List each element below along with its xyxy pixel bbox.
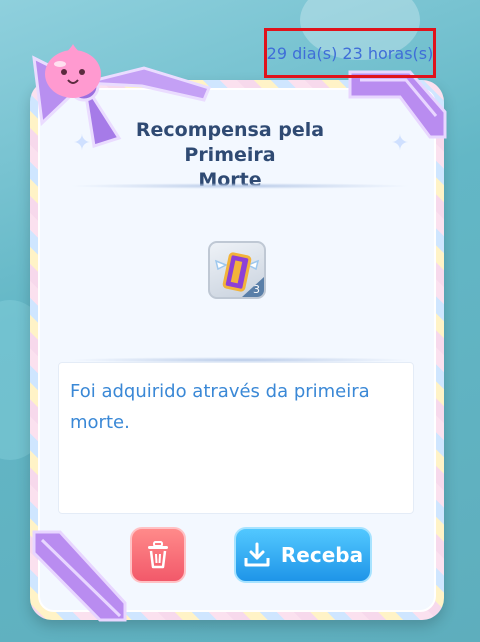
sparkle-icon: ✦ [390,131,410,156]
panel-title: Recompensa pela Primeira Morte [90,118,370,193]
description-line-1: Foi adquirido através da primeira [70,381,370,402]
receive-button-label: Receba [280,543,364,567]
title-divider [68,183,412,189]
sparkle-icon: ✦ [72,131,92,156]
panel-title-line-1: Recompensa pela Primeira [135,119,325,166]
delete-button[interactable] [130,527,186,583]
reward-items-area: 3 [56,190,414,356]
description-line-2: morte. [70,412,130,433]
download-icon [244,542,270,567]
receive-button[interactable]: Receba [234,527,372,583]
trash-icon [148,541,168,569]
ribbon-bottom-left [32,530,127,622]
description-box: Foi adquirido através da primeira morte. [58,362,414,514]
reward-item-slot[interactable]: 3 [208,241,266,299]
description-text: Foi adquirido através da primeira morte. [70,376,400,438]
pink-poring-mascot-icon [45,44,101,98]
expiration-timer: 29 dia(s) 23 horas(s) [264,28,436,78]
